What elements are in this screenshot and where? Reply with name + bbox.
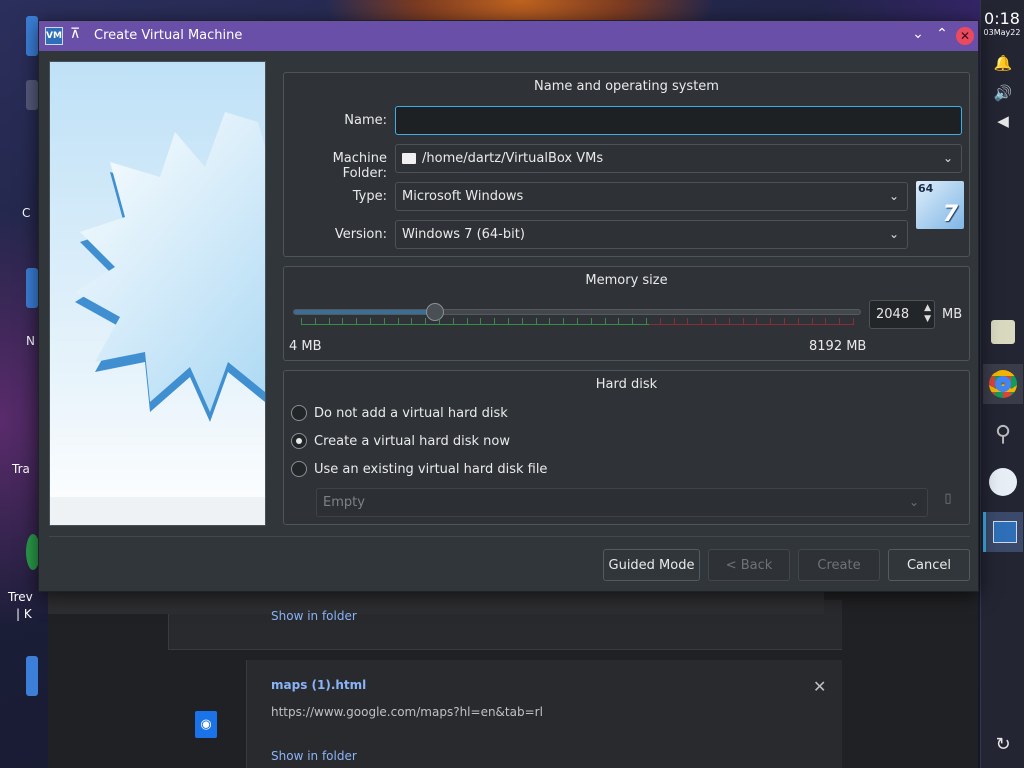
guided-mode-button[interactable]: Guided Mode (603, 549, 700, 581)
hard-disk-title: Hard disk (595, 377, 658, 392)
type-select[interactable]: Microsoft Windows ⌄ (395, 182, 908, 211)
back-button[interactable]: < Back (708, 549, 790, 581)
folder-icon (402, 153, 416, 164)
wizard-banner-image (49, 61, 266, 526)
slider-tick (853, 318, 854, 325)
volume-icon[interactable]: 🔊 (981, 84, 1024, 102)
os-icon-bits: 64 (918, 182, 934, 195)
type-value: Microsoft Windows (402, 189, 524, 204)
name-label: Name: (344, 113, 387, 128)
radio-no-disk-label: Do not add a virtual hard disk (314, 405, 508, 421)
machine-folder-select[interactable]: /home/dartz/VirtualBox VMs ⌄ (395, 144, 962, 173)
chevron-down-icon: ⌄ (942, 151, 953, 165)
version-value: Windows 7 (64-bit) (402, 227, 525, 242)
existing-disk-select[interactable]: Empty ⌄ (316, 488, 928, 517)
machine-folder-label: Machine Folder: (332, 151, 387, 181)
html-file-icon: ◉ (195, 711, 217, 738)
download-file-url: https://www.google.com/maps?hl=en&tab=rl (271, 705, 543, 719)
memory-slider-track[interactable] (293, 309, 861, 315)
chevron-down-icon: ⌄ (888, 227, 899, 241)
dialog-title: Create Virtual Machine (94, 28, 243, 43)
radio-button[interactable] (291, 433, 307, 449)
separator (49, 536, 970, 537)
virtualbox-app-icon[interactable]: VM (45, 27, 63, 45)
radio-create-disk[interactable]: Create a virtual hard disk now (291, 433, 510, 449)
minimize-icon[interactable]: ⌄ (909, 26, 927, 42)
task-app-icon[interactable] (983, 462, 1023, 502)
clock[interactable]: 0:18 03May22 (982, 10, 1022, 38)
show-in-folder-link[interactable]: Show in folder (271, 609, 357, 623)
desktop-label[interactable]: Tra (12, 462, 30, 476)
remove-download-icon[interactable]: ✕ (813, 677, 826, 696)
version-label: Version: (334, 227, 387, 242)
radio-button[interactable] (291, 405, 307, 421)
clock-time: 0:18 (984, 9, 1020, 28)
show-in-folder-link[interactable]: Show in folder (271, 749, 357, 763)
desktop-app-icon[interactable] (26, 656, 38, 696)
task-files-icon[interactable] (983, 312, 1023, 352)
desktop-app-icon[interactable] (26, 268, 38, 308)
windows-7-os-icon: 64 7 (916, 181, 964, 229)
clock-date: 03May22 (983, 28, 1021, 37)
name-input[interactable] (395, 106, 962, 135)
desktop-app-icon[interactable] (26, 16, 38, 56)
type-label: Type: (352, 189, 387, 204)
desktop-label[interactable]: N (26, 334, 35, 348)
version-select[interactable]: Windows 7 (64-bit) ⌄ (395, 220, 908, 249)
task-virtualbox-icon[interactable] (983, 512, 1023, 552)
spin-arrows-icon[interactable]: ▲ ▼ (924, 303, 931, 325)
app-launcher-icon[interactable]: ↻ (981, 734, 1024, 755)
memory-title: Memory size (585, 273, 668, 288)
radio-existing-disk[interactable]: Use an existing virtual hard disk file (291, 461, 547, 477)
radio-existing-disk-label: Use an existing virtual hard disk file (314, 461, 548, 477)
memory-min-label: 4 MB (289, 339, 322, 354)
desktop-label[interactable]: C (22, 206, 30, 220)
close-icon[interactable]: ✕ (956, 27, 974, 45)
os-icon-version: 7 (942, 202, 958, 227)
existing-disk-value: Empty (323, 495, 365, 510)
dialog-titlebar[interactable]: VM ⊼ Create Virtual Machine ⌄ ⌃ ✕ (39, 21, 978, 51)
chevron-down-icon: ⌄ (888, 189, 899, 203)
desktop-label[interactable]: Trev (8, 590, 33, 604)
memory-max-label: 8192 MB (809, 339, 867, 354)
cancel-button[interactable]: Cancel (888, 549, 970, 581)
expand-tray-icon[interactable]: ◀ (981, 112, 1024, 130)
memory-slider-fill (294, 310, 436, 314)
radio-create-disk-label: Create a virtual hard disk now (314, 433, 510, 449)
radio-button[interactable] (291, 461, 307, 477)
choose-disk-file-icon[interactable]: ▯ (936, 491, 960, 515)
desktop-label[interactable]: | K (16, 607, 32, 621)
create-button[interactable]: Create (798, 549, 880, 581)
name-os-title: Name and operating system (534, 79, 719, 94)
radio-no-disk[interactable]: Do not add a virtual hard disk (291, 405, 508, 421)
create-vm-dialog: VM ⊼ Create Virtual Machine ⌄ ⌃ ✕ Name a… (38, 20, 979, 592)
machine-folder-value: /home/dartz/VirtualBox VMs (422, 151, 604, 166)
download-file-name[interactable]: maps (1).html (271, 678, 366, 692)
memory-spinbox[interactable]: 2048 ▲ ▼ (869, 300, 935, 329)
keep-above-icon[interactable]: ⊼ (70, 26, 80, 42)
slider-tick-baseline (301, 324, 853, 325)
maximize-icon[interactable]: ⌃ (933, 26, 951, 42)
memory-slider-ticks (301, 318, 854, 326)
notifications-icon[interactable]: 🔔 (981, 54, 1024, 72)
taskbar-panel: 0:18 03May22 🔔 🔊 ◀ ⚲ ↻ (980, 0, 1024, 768)
desktop-app-icon[interactable] (26, 80, 38, 110)
memory-value: 2048 (876, 307, 910, 322)
memory-unit-label: MB (942, 307, 963, 322)
chevron-down-icon: ⌄ (908, 495, 919, 509)
task-chrome-icon[interactable] (983, 364, 1023, 404)
download-item-strip (48, 590, 824, 614)
task-search-icon[interactable]: ⚲ (983, 414, 1023, 454)
